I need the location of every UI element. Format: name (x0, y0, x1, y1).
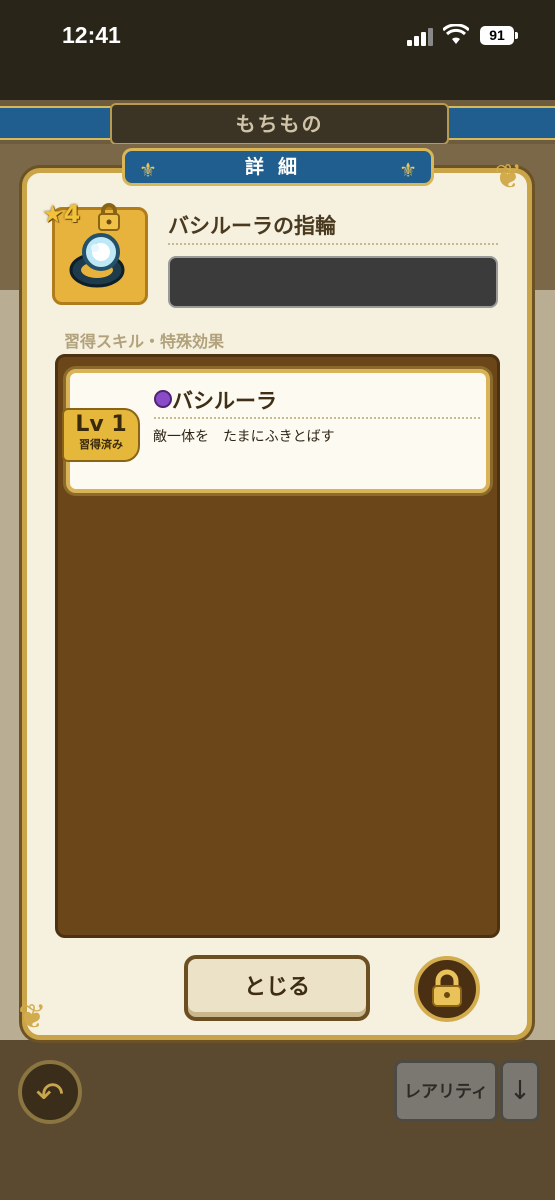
screen-title: もちもの (110, 103, 449, 145)
level-badge: Lv 1 習得済み (62, 408, 140, 462)
skill-divider (154, 417, 480, 419)
fleur-left-icon: ⚜ (139, 158, 157, 182)
divider (168, 243, 498, 245)
skill-type-icon (154, 390, 172, 408)
undo-arrow-icon: ↶ (35, 1075, 65, 1115)
skill-description: 敵一体を たまにふきとばす (153, 429, 335, 445)
corner-ornament-bottom-left: ❦ (18, 997, 47, 1037)
skill-level: Lv 1 (75, 412, 127, 437)
corner-ornament-top-right: ❦ (494, 157, 523, 197)
section-label: 習得スキル・特殊効果 (64, 332, 225, 351)
rarity-stars: ★4 (42, 200, 80, 228)
fleur-right-icon: ⚜ (399, 158, 417, 182)
skill-name: バシルーラ (172, 389, 277, 413)
clock: 12:41 (62, 22, 121, 48)
item-description-field (168, 256, 498, 308)
close-button[interactable]: とじる (184, 955, 370, 1021)
skill-status: 習得済み (79, 438, 123, 451)
ring-icon (69, 233, 125, 288)
rarity-value: 4 (63, 200, 81, 228)
wifi-icon (443, 24, 469, 44)
lock-toggle-button[interactable] (414, 956, 480, 1022)
star-icon: ★ (42, 200, 64, 228)
lock-icon (432, 969, 462, 1007)
status-bar: 12:41 91 (0, 0, 555, 100)
tab-title: 詳細 (244, 156, 311, 178)
tab-detail: ⚜ 詳細 ⚜ (122, 148, 434, 186)
lock-icon (98, 203, 120, 231)
back-button[interactable]: ↶ (18, 1060, 82, 1124)
sort-rarity-button[interactable]: レアリティ (394, 1060, 498, 1122)
sort-direction-button[interactable]: ↓ (500, 1060, 540, 1122)
battery-icon: 91 (480, 26, 518, 45)
item-name: バシルーラの指輪 (168, 214, 336, 238)
cellular-signal-icon (407, 28, 435, 46)
